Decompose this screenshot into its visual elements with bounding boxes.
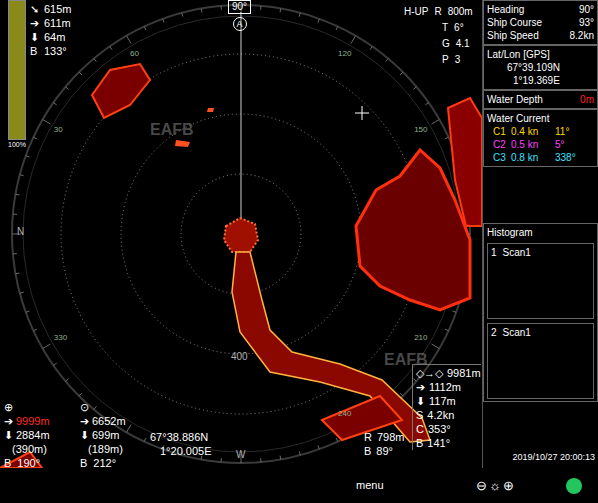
setting-row: G4.1 [404, 36, 473, 52]
bezel-label: 150 [414, 126, 427, 134]
histogram-scan: 2Scan1 [487, 323, 594, 399]
gain-bar[interactable]: 100% [8, 0, 26, 149]
bezel-label: 240 [338, 410, 351, 418]
target-row: ➘615m [30, 2, 72, 16]
ship-row: Heading90° [487, 3, 594, 16]
watermark: EAFB [150, 122, 194, 138]
zoom-control[interactable]: ⊖☼⊕ [476, 476, 514, 496]
timestamp: 2019/10/27 20:00:13 [483, 451, 598, 468]
bezel-label: 330 [54, 334, 67, 342]
zoom-button[interactable]: ⊕ [503, 476, 514, 496]
histogram-box: Histogram1Scan12Scan1 [483, 223, 598, 402]
cursor-icon: ⊙ [80, 400, 150, 414]
cursor-readouts: ⊕➔9999m⬇2884m(390m)B190°⊙➔6652m⬇699m(189… [4, 400, 150, 468]
bezel-label: 120 [338, 50, 351, 58]
setting-row: P3 [404, 52, 473, 68]
current-row: C10.4 kn11° [487, 125, 594, 138]
menu-button[interactable]: menu [356, 477, 476, 494]
ring-label: 400 [231, 352, 248, 362]
track-row: S4.2kn [416, 408, 481, 422]
display-settings: H-UPR800mT6°G4.1P3 [404, 4, 473, 68]
status-led [566, 478, 582, 494]
ship-row: Ship Course93° [487, 16, 594, 29]
track-row: C353° [416, 422, 481, 436]
bezel-label: 60 [130, 50, 139, 58]
target-row: B133° [30, 44, 72, 58]
target-info: ➘615m➔611m⬇64mB133° [30, 2, 72, 58]
ship-box: Heading90°Ship Course93°Ship Speed8.2kn [483, 0, 598, 45]
zoom-button[interactable]: ⊖ [476, 476, 487, 496]
bezel-label: 210 [414, 334, 427, 342]
track-box: ◇→◇9981m➔1112m⬇117mS4.2knC353°B141° [412, 364, 481, 450]
track-row: B141° [416, 436, 481, 450]
cursor-readout: ⊙➔6652m⬇699m(189m)B212° [80, 400, 150, 468]
histogram-scan: 1Scan1 [487, 243, 594, 319]
position-box: Lat/Lon [GPS]67°39.109N1°19.369E [483, 45, 598, 90]
ship-row: Ship Speed8.2kn [487, 29, 594, 42]
zoom-button[interactable]: ☼ [489, 476, 501, 496]
track-row: ⬇117m [416, 394, 481, 408]
current-row: C30.8 kn338° [487, 151, 594, 164]
sonar-display[interactable]: 30 60 120 150 210 240 330 N W 400 EAFB EAFB 90°A 100%… [0, 0, 482, 468]
sonar-echo-chart [0, 0, 482, 468]
ring-label: N [17, 227, 24, 237]
heading-mark: 90°A [228, 0, 251, 31]
water-current-box: Water CurrentC10.4 kn11°C20.5 kn5°C30.8 … [483, 109, 598, 167]
track-row: ◇→◇9981m [416, 366, 481, 380]
info-panel: Heading90°Ship Course93°Ship Speed8.2knL… [482, 0, 598, 468]
cursor-readout: ⊕➔9999m⬇2884m(390m)B190° [4, 400, 74, 468]
cursor-position: 67°38.886N1°20.005E [150, 430, 212, 458]
current-row: C20.5 kn5° [487, 138, 594, 151]
sonar-screen: 30 60 120 150 210 240 330 N W 400 EAFB EAFB 90°A 100%… [0, 0, 598, 503]
bow-mark: A [233, 17, 247, 31]
track-row: ➔1112m [416, 380, 481, 394]
bezel-label: 30 [54, 126, 63, 134]
cursor-range-bearing: R798mB89° [364, 430, 404, 458]
ring-label: W [236, 450, 245, 460]
water-depth-box: Water Depth0m [483, 90, 598, 109]
bottom-bar: menu⊖☼⊕ [0, 468, 598, 503]
cursor-icon: ⊕ [4, 400, 74, 414]
watermark: EAFB [384, 352, 428, 368]
target-row: ⬇64m [30, 30, 72, 44]
target-row: ➔611m [30, 16, 72, 30]
setting-row: T6° [404, 20, 473, 36]
